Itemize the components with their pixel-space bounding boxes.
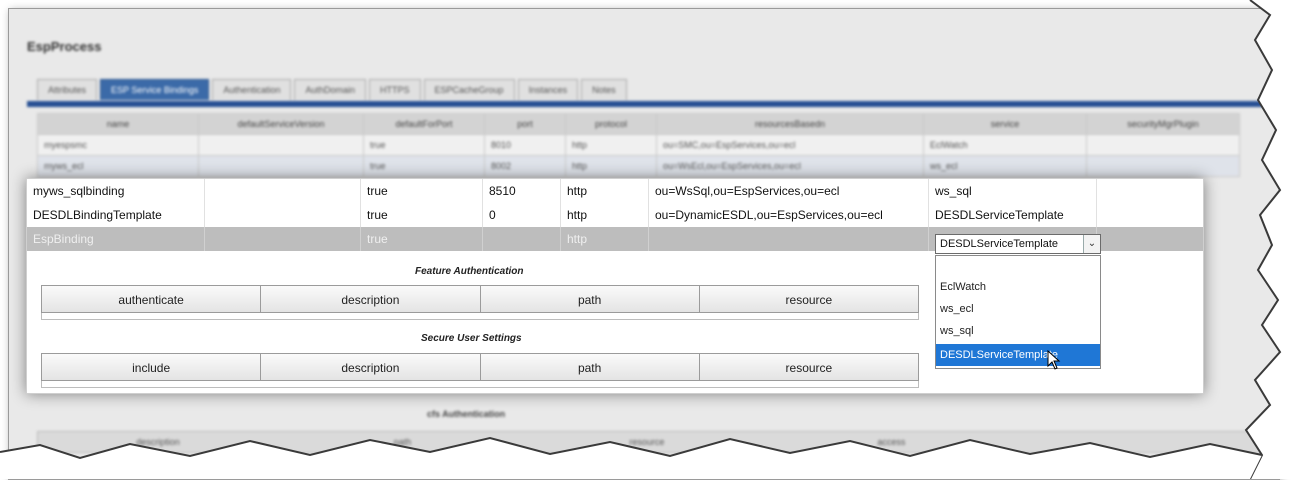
cell-service: DESDLServiceTemplate — [929, 203, 1097, 227]
cell-port: 8510 — [483, 179, 561, 203]
secure-user-settings-table: include description path resource — [41, 353, 919, 388]
col-service[interactable]: service — [923, 113, 1087, 135]
cell-port — [483, 227, 561, 251]
cell-name: myws_sqlbinding — [27, 179, 205, 203]
bg-section-label: cfs Authentication — [427, 409, 506, 419]
cell-protocol: http — [561, 203, 649, 227]
service-dropdown-list: EclWatch ws_ecl ws_sql DESDLServiceTempl… — [935, 255, 1101, 369]
cell: 8010 — [484, 134, 566, 156]
cell-default-service-version — [205, 227, 361, 251]
cell — [1086, 134, 1240, 156]
bindings-table: name defaultServiceVersion defaultForPor… — [37, 113, 1240, 177]
col-default-for-port[interactable]: defaultForPort — [363, 113, 485, 135]
dropdown-option[interactable]: ws_sql — [936, 320, 1100, 342]
cell: EclWatch — [923, 134, 1087, 156]
tab-espcachegroup[interactable]: ESPCacheGroup — [423, 79, 515, 100]
col-path[interactable]: path — [480, 353, 700, 381]
cell-protocol: http — [561, 227, 649, 251]
cell-default-service-version — [205, 203, 361, 227]
col-include[interactable]: include — [41, 353, 262, 381]
cell: 8002 — [484, 155, 566, 177]
col-resource[interactable]: resource — [699, 285, 919, 313]
cell — [198, 155, 364, 177]
bg-col: access — [877, 437, 906, 447]
cell: ou=WsEcl,ou=EspServices,ou=ecl — [656, 155, 924, 177]
cell: true — [363, 134, 485, 156]
cell-service: ws_sql — [929, 179, 1097, 203]
col-resource[interactable]: resource — [699, 353, 919, 381]
cell — [198, 134, 364, 156]
cell: ws_ecl — [923, 155, 1087, 177]
cell-default-service-version — [205, 179, 361, 203]
cell: true — [363, 155, 485, 177]
bg-col: resource — [629, 437, 665, 447]
cell: myespsmc — [37, 134, 199, 156]
cell-name: EspBinding — [27, 227, 205, 251]
tab-https[interactable]: HTTPS — [369, 79, 421, 100]
cell: http — [565, 155, 657, 177]
service-select[interactable]: DESDLServiceTemplate ⌄ — [935, 234, 1101, 254]
chevron-down-icon[interactable]: ⌄ — [1083, 235, 1100, 253]
col-security-mgr-plugin[interactable]: securityMgrPlugin — [1086, 113, 1240, 135]
cell-name: DESDLBindingTemplate — [27, 203, 205, 227]
cell-resources-basedn — [649, 227, 929, 251]
table-body — [41, 381, 919, 388]
dropdown-option-highlighted[interactable]: DESDLServiceTemplate — [936, 344, 1100, 366]
table-body — [41, 313, 919, 320]
tab-authentication[interactable]: Authentication — [212, 79, 292, 100]
col-default-service-version[interactable]: defaultServiceVersion — [198, 113, 364, 135]
cell-default-for-port: true — [361, 227, 483, 251]
tab-instances[interactable]: Instances — [517, 79, 579, 100]
cell-protocol: http — [561, 179, 649, 203]
bg-col: description — [136, 437, 180, 447]
col-resources-basedn[interactable]: resourcesBasedn — [656, 113, 924, 135]
feature-authentication-table: authenticate description path resource — [41, 285, 919, 320]
table-row[interactable]: myespsmc true 8010 http ou=SMC,ou=EspSer… — [37, 134, 1240, 156]
feature-authentication-title: Feature Authentication — [415, 266, 524, 277]
table-header: include description path resource — [41, 353, 919, 381]
col-name[interactable]: name — [37, 113, 199, 135]
mouse-cursor-icon — [1047, 350, 1061, 370]
tab-esp-service-bindings[interactable]: ESP Service Bindings — [100, 79, 210, 100]
col-description[interactable]: description — [261, 353, 481, 381]
table-header: authenticate description path resource — [41, 285, 919, 313]
cell: http — [565, 134, 657, 156]
col-protocol[interactable]: protocol — [565, 113, 657, 135]
window-title: EspProcess — [27, 39, 102, 54]
dropdown-option[interactable]: ws_ecl — [936, 298, 1100, 320]
secure-user-settings-title: Secure User Settings — [421, 333, 522, 344]
tab-authdomain[interactable]: AuthDomain — [294, 79, 366, 100]
col-port[interactable]: port — [484, 113, 566, 135]
bindings-popup: myws_sqlbinding true 8510 http ou=WsSql,… — [26, 178, 1204, 394]
tab-attributes[interactable]: Attributes — [37, 79, 98, 100]
tab-notes[interactable]: Notes — [581, 79, 627, 100]
table-row[interactable]: myws_sqlbinding true 8510 http ou=WsSql,… — [27, 179, 1203, 204]
dropdown-option[interactable]: EclWatch — [936, 276, 1100, 298]
cell-port: 0 — [483, 203, 561, 227]
cell-default-for-port: true — [361, 203, 483, 227]
cell: myws_ecl — [37, 155, 199, 177]
cell: ou=SMC,ou=EspServices,ou=ecl — [656, 134, 924, 156]
select-value: DESDLServiceTemplate — [940, 238, 1058, 250]
col-description[interactable]: description — [261, 285, 481, 313]
bg-col: path — [393, 437, 412, 447]
col-path[interactable]: path — [480, 285, 700, 313]
cell-default-for-port: true — [361, 179, 483, 203]
table-row[interactable]: DESDLBindingTemplate true 0 http ou=Dyna… — [27, 203, 1203, 227]
table-row[interactable]: myws_ecl true 8002 http ou=WsEcl,ou=EspS… — [37, 155, 1240, 177]
cell-resources-basedn: ou=DynamicESDL,ou=EspServices,ou=ecl — [649, 203, 929, 227]
cell — [1086, 155, 1240, 177]
col-authenticate[interactable]: authenticate — [41, 285, 262, 313]
cell-resources-basedn: ou=WsSql,ou=EspServices,ou=ecl — [649, 179, 929, 203]
bg-bottom-table-header: description path resource access — [37, 431, 1269, 453]
tab-underline — [27, 101, 1279, 107]
tab-bar: Attributes ESP Service Bindings Authenti… — [37, 79, 627, 100]
